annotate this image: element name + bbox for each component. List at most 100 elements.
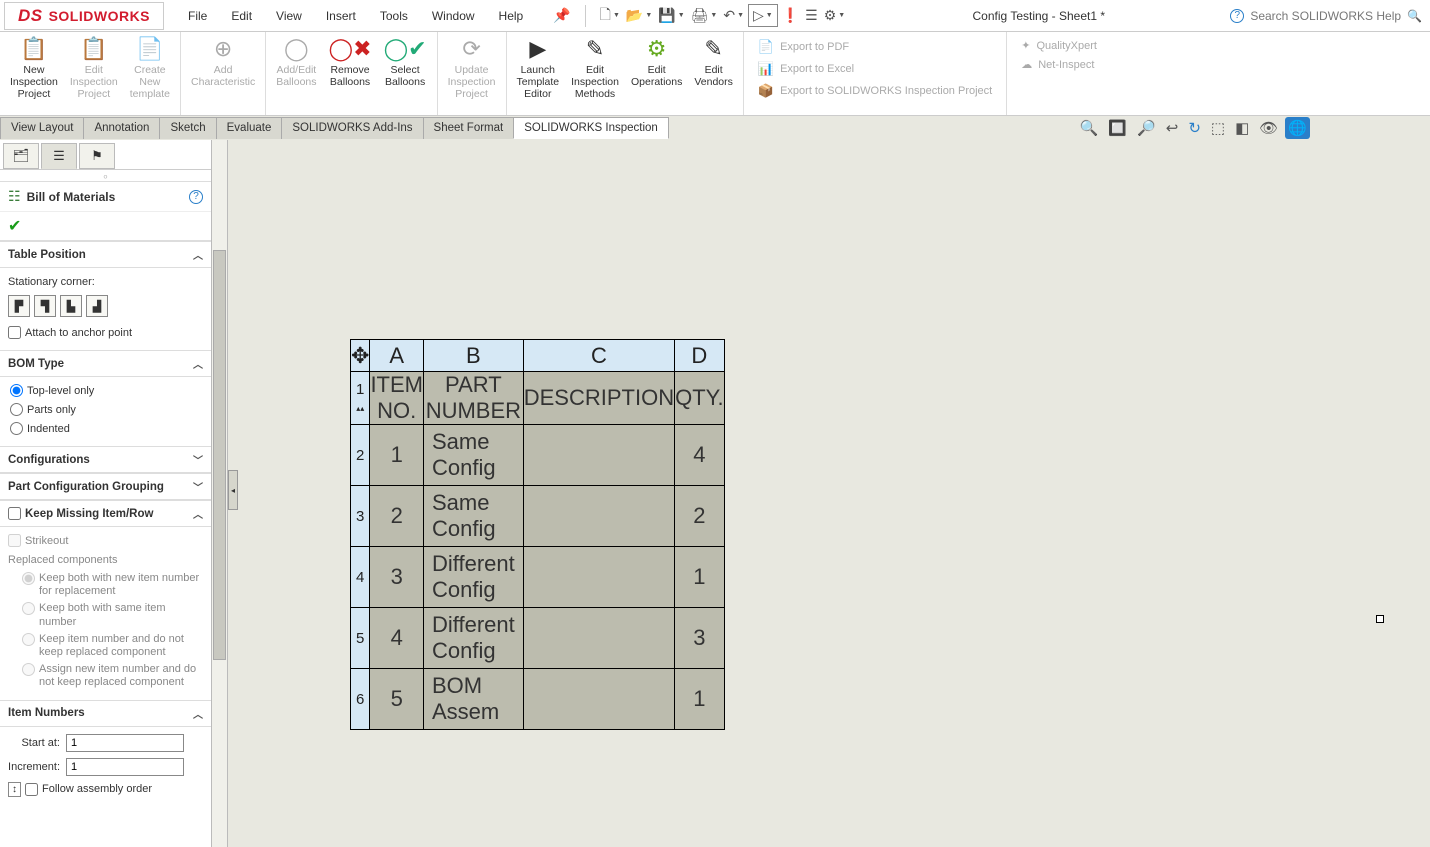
section-part-config-grouping[interactable]: Part Configuration Grouping﹀: [0, 473, 211, 500]
display-style-icon[interactable]: ◧: [1232, 117, 1252, 139]
table-resize-handle[interactable]: [1376, 615, 1384, 623]
bom-cell[interactable]: BOM Assem: [424, 669, 524, 730]
indented-radio[interactable]: [10, 422, 23, 435]
col-header-a[interactable]: A: [370, 340, 424, 372]
row-header[interactable]: 6: [351, 669, 370, 730]
remove-balloons-button[interactable]: ◯✖RemoveBalloons: [323, 34, 378, 90]
rebuild-icon[interactable]: ❗: [780, 3, 801, 28]
pin-icon[interactable]: 📌: [545, 3, 578, 28]
bom-cell[interactable]: [523, 547, 674, 608]
bom-cell[interactable]: 4: [675, 425, 725, 486]
update-inspection-project-button[interactable]: ⟳UpdateInspectionProject: [442, 34, 502, 102]
bom-cell[interactable]: 1: [675, 669, 725, 730]
bom-cell[interactable]: Same Config: [424, 425, 524, 486]
bom-cell[interactable]: Different Config: [424, 608, 524, 669]
section-item-numbers[interactable]: Item Numbers︿: [0, 700, 211, 727]
feature-tree-tab[interactable]: 🗂: [3, 143, 39, 169]
bom-cell[interactable]: 2: [675, 486, 725, 547]
bom-cell[interactable]: [523, 425, 674, 486]
start-at-input[interactable]: [66, 734, 184, 752]
parts-only-radio[interactable]: [10, 403, 23, 416]
keep-missing-checkbox[interactable]: [8, 507, 21, 520]
follow-assembly-checkbox[interactable]: [25, 783, 38, 796]
print-icon[interactable]: 🖨▼: [689, 3, 720, 28]
menu-tools[interactable]: Tools: [368, 3, 420, 29]
order-icon[interactable]: ↕: [8, 782, 21, 797]
row-header[interactable]: 4: [351, 547, 370, 608]
netinspect-button[interactable]: ☁Net-Inspect: [1017, 55, 1101, 74]
appearance-icon[interactable]: 🌐: [1285, 117, 1310, 139]
previous-view-icon[interactable]: ↩: [1163, 117, 1182, 139]
corner-tr-button[interactable]: ▜: [34, 295, 56, 317]
addedit-balloons-button[interactable]: ◯Add/EditBalloons: [270, 34, 322, 90]
panel-drag-dots[interactable]: ∘: [0, 170, 211, 182]
bom-cell[interactable]: 2: [370, 486, 424, 547]
menu-help[interactable]: Help: [487, 3, 536, 29]
section-keep-missing[interactable]: Keep Missing Item/Row︿: [0, 500, 211, 527]
row-header[interactable]: 2: [351, 425, 370, 486]
create-new-template-button[interactable]: 📄CreateNewtemplate: [124, 34, 176, 102]
export-pdf-button[interactable]: 📄Export to PDF: [754, 36, 996, 58]
tab-sheet-format[interactable]: Sheet Format: [423, 117, 515, 139]
open-doc-icon[interactable]: 📂▼: [624, 3, 654, 28]
edit-inspection-project-button[interactable]: 📋EditInspectionProject: [64, 34, 124, 102]
select-balloons-button[interactable]: ◯✔SelectBalloons: [378, 34, 433, 90]
edit-inspection-methods-button[interactable]: ✎EditInspectionMethods: [565, 34, 625, 102]
ok-button[interactable]: ✔: [0, 212, 211, 241]
edit-vendors-button[interactable]: ✎EditVendors: [688, 34, 739, 90]
menu-window[interactable]: Window: [420, 3, 487, 29]
tab-annotation[interactable]: Annotation: [83, 117, 160, 139]
attach-anchor-checkbox[interactable]: [8, 326, 21, 339]
section-view-icon[interactable]: ⬚: [1208, 117, 1228, 139]
bom-cell[interactable]: Same Config: [424, 486, 524, 547]
export-swip-button[interactable]: 📦Export to SOLIDWORKS Inspection Project: [754, 80, 996, 102]
menu-file[interactable]: File: [176, 3, 219, 29]
corner-br-button[interactable]: ▟: [86, 295, 108, 317]
menu-view[interactable]: View: [264, 3, 314, 29]
tab-sketch[interactable]: Sketch: [159, 117, 216, 139]
bom-cell[interactable]: 4: [370, 608, 424, 669]
tab-evaluate[interactable]: Evaluate: [216, 117, 283, 139]
zoom-area-icon[interactable]: 🔲: [1105, 117, 1130, 139]
bom-cell[interactable]: [523, 669, 674, 730]
table-move-handle[interactable]: ✥: [351, 340, 370, 372]
bom-table[interactable]: ✥ A B C D 1▴▴ ITEM NO. PART NUMBER DESCR…: [350, 339, 725, 730]
edit-operations-button[interactable]: ⚙EditOperations: [625, 34, 688, 90]
export-excel-button[interactable]: 📊Export to Excel: [754, 58, 996, 80]
bom-cell[interactable]: 1: [675, 547, 725, 608]
new-inspection-project-button[interactable]: 📋NewInspectionProject: [4, 34, 64, 102]
row-header-1[interactable]: 1▴▴: [351, 372, 370, 425]
flyout-handle[interactable]: ◂: [228, 470, 238, 510]
save-icon[interactable]: 💾▼: [656, 3, 686, 28]
add-characteristic-button[interactable]: ⊕AddCharacteristic: [185, 34, 261, 90]
panel-help-icon[interactable]: ?: [189, 190, 203, 204]
tab-inspection[interactable]: SOLIDWORKS Inspection: [513, 117, 669, 139]
launch-template-editor-button[interactable]: ▶LaunchTemplateEditor: [511, 34, 566, 102]
bom-cell[interactable]: 3: [675, 608, 725, 669]
menu-insert[interactable]: Insert: [314, 3, 368, 29]
row-header[interactable]: 5: [351, 608, 370, 669]
bom-cell[interactable]: [523, 486, 674, 547]
new-doc-icon[interactable]: 🗋▼: [598, 0, 622, 32]
redraw-icon[interactable]: ↻: [1185, 117, 1204, 139]
bom-cell[interactable]: Different Config: [424, 547, 524, 608]
drawing-canvas[interactable]: ◂ ✥ A B C D 1▴▴ ITEM NO. PART NUMBER DES…: [228, 140, 1430, 847]
bom-header-item[interactable]: ITEM NO.: [370, 372, 424, 425]
bom-header-qty[interactable]: QTY.: [675, 372, 725, 425]
top-level-radio[interactable]: [10, 384, 23, 397]
help-search[interactable]: ? Search SOLIDWORKS Help 🔍: [1230, 9, 1430, 23]
bom-header-part[interactable]: PART NUMBER: [424, 372, 524, 425]
section-bom-type[interactable]: BOM Type︿: [0, 350, 211, 377]
corner-bl-button[interactable]: ▙: [60, 295, 82, 317]
undo-icon[interactable]: ↶▼: [721, 3, 746, 28]
panel-scrollbar-thumb[interactable]: [213, 250, 226, 660]
hide-show-icon[interactable]: 👁: [1256, 117, 1281, 139]
options-icon[interactable]: ☰: [803, 3, 820, 28]
col-header-d[interactable]: D: [675, 340, 725, 372]
increment-input[interactable]: [66, 758, 184, 776]
zoom-fit-icon[interactable]: 🔍: [1077, 117, 1102, 139]
zoom-inout-icon[interactable]: 🔎: [1134, 117, 1159, 139]
bom-cell[interactable]: [523, 608, 674, 669]
col-header-c[interactable]: C: [523, 340, 674, 372]
bom-cell[interactable]: 3: [370, 547, 424, 608]
